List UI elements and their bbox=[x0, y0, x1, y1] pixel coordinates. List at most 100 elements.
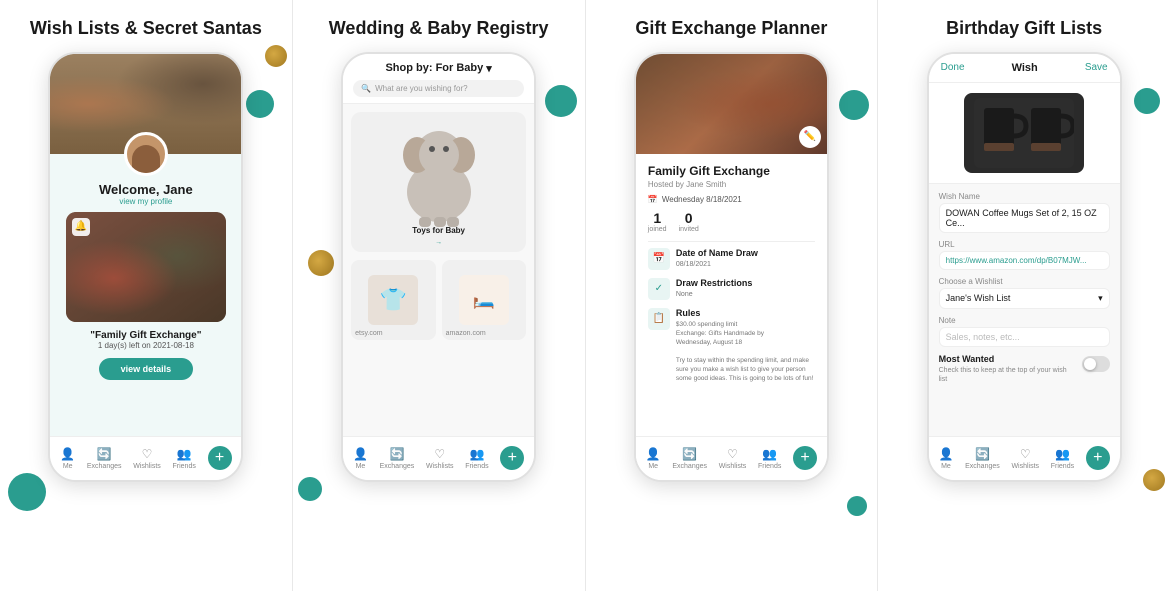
invited-count: 0 bbox=[685, 210, 693, 226]
view-details-button[interactable]: view details bbox=[99, 358, 194, 380]
phone1-nav: 👤 Me 🔄 Exchanges ♡ Wishlists 👥 Friends bbox=[50, 436, 241, 480]
section3-title: Gift Exchange Planner bbox=[635, 18, 827, 40]
search-icon-2: 🔍 bbox=[361, 84, 371, 93]
phone4-content: Done Wish Save bbox=[929, 54, 1120, 480]
section1-title: Wish Lists & Secret Santas bbox=[30, 18, 262, 40]
section-gift-exchange: Gift Exchange Planner ✏️ Family Gift Exc… bbox=[586, 0, 878, 591]
section-wedding-baby: Wedding & Baby Registry Shop by: For Bab… bbox=[293, 0, 585, 591]
detail-name-draw-content: Date of Name Draw 08/18/2021 bbox=[676, 248, 815, 270]
note-field: Note Sales, notes, etc... bbox=[939, 316, 1110, 347]
checkmark-icon: ✓ bbox=[648, 278, 670, 300]
nav-plus-1[interactable]: + bbox=[208, 446, 232, 470]
product-crib[interactable]: 🛏️ amazon.com bbox=[442, 260, 527, 340]
phone2-search-bar[interactable]: 🔍 What are you wishing for? bbox=[353, 80, 524, 97]
nav-friends-3[interactable]: 👥 Friends bbox=[758, 447, 781, 470]
nav-wishlists-4[interactable]: ♡ Wishlists bbox=[1011, 447, 1039, 470]
wish-title: Wish bbox=[1012, 62, 1038, 74]
wishlist-chevron-icon: ▾ bbox=[1098, 293, 1103, 304]
deco-gold-3 bbox=[1143, 469, 1165, 491]
nav-wishlists-1[interactable]: ♡ Wishlists bbox=[133, 447, 161, 470]
nav-wishlists-icon-1: ♡ bbox=[142, 447, 153, 461]
nav-friends-1[interactable]: 👥 Friends bbox=[173, 447, 196, 470]
url-value[interactable]: https://www.amazon.com/dp/B07MJW... bbox=[939, 251, 1110, 270]
note-label: Note bbox=[939, 316, 1110, 325]
nav-me-icon-1: 👤 bbox=[60, 447, 75, 461]
most-wanted-sub: Check this to keep at the top of your wi… bbox=[939, 366, 1074, 384]
phone1-gift-photo: 🔔 bbox=[66, 212, 226, 322]
nav-exchanges-icon-1: 🔄 bbox=[97, 447, 112, 461]
chevron-down-icon: ▾ bbox=[486, 62, 492, 75]
nav-plus-2[interactable]: + bbox=[500, 446, 524, 470]
nav-friends-icon-3: 👥 bbox=[762, 447, 777, 461]
save-button[interactable]: Save bbox=[1085, 62, 1108, 73]
mugs-product-image bbox=[964, 93, 1084, 173]
nav-exchanges-2[interactable]: 🔄 Exchanges bbox=[380, 447, 415, 470]
deco-circle-7 bbox=[1134, 88, 1160, 114]
note-input[interactable]: Sales, notes, etc... bbox=[939, 327, 1110, 347]
nav-friends-label-1: Friends bbox=[173, 463, 196, 470]
detail-rules-text: $30.00 spending limitExchange: Gifts Han… bbox=[676, 320, 815, 384]
joined-label: joined bbox=[648, 226, 667, 233]
nav-wishlists-label-2: Wishlists bbox=[426, 463, 454, 470]
onesie-source: etsy.com bbox=[355, 330, 383, 337]
joined-stat: 1 joined bbox=[648, 210, 667, 233]
deco-circle-5 bbox=[839, 90, 869, 120]
edit-icon[interactable]: ✏️ bbox=[799, 126, 821, 148]
section-birthday: Birthday Gift Lists Done Wish Save bbox=[878, 0, 1170, 591]
joined-count: 1 bbox=[653, 210, 661, 226]
wishlist-select[interactable]: Jane's Wish List ▾ bbox=[939, 288, 1110, 309]
wish-name-value[interactable]: DOWAN Coffee Mugs Set of 2, 15 OZ Ce... bbox=[939, 203, 1110, 233]
avatar-body bbox=[132, 145, 160, 173]
nav-wishlists-icon-4: ♡ bbox=[1020, 447, 1031, 461]
phone-1: Welcome, Jane view my profile 🔔 "Family … bbox=[48, 52, 243, 482]
phone2-header: Shop by: For Baby ▾ 🔍 What are you wishi… bbox=[343, 54, 534, 104]
phone2-shop-by[interactable]: Shop by: For Baby ▾ bbox=[385, 62, 491, 75]
nav-friends-icon-1: 👥 bbox=[177, 447, 192, 461]
section4-title: Birthday Gift Lists bbox=[946, 18, 1102, 40]
nav-wishlists-3[interactable]: ♡ Wishlists bbox=[719, 447, 747, 470]
nav-wishlists-2[interactable]: ♡ Wishlists bbox=[426, 447, 454, 470]
nav-me-label-3: Me bbox=[648, 463, 658, 470]
phone-4: Done Wish Save bbox=[927, 52, 1122, 482]
product-onesie[interactable]: 👕 etsy.com bbox=[351, 260, 436, 340]
nav-plus-4[interactable]: + bbox=[1086, 446, 1110, 470]
wishlist-label: Choose a Wishlist bbox=[939, 277, 1110, 286]
nav-friends-2[interactable]: 👥 Friends bbox=[465, 447, 488, 470]
phone1-avatar bbox=[124, 132, 168, 176]
product1-label: Toys for Baby bbox=[412, 226, 465, 235]
nav-me-2[interactable]: 👤 Me bbox=[353, 447, 368, 470]
nav-exchanges-1[interactable]: 🔄 Exchanges bbox=[87, 447, 122, 470]
phone3-content: ✏️ Family Gift Exchange Hosted by Jane S… bbox=[636, 54, 827, 480]
nav-exchanges-3[interactable]: 🔄 Exchanges bbox=[672, 447, 707, 470]
stats-row: 1 joined 0 invited bbox=[648, 210, 815, 233]
toggle-knob bbox=[1084, 358, 1096, 370]
nav-plus-3[interactable]: + bbox=[793, 446, 817, 470]
detail-rules-content: Rules $30.00 spending limitExchange: Gif… bbox=[676, 308, 815, 384]
date-row: 📅 Wednesday 8/18/2021 bbox=[648, 195, 815, 204]
nav-me-1[interactable]: 👤 Me bbox=[60, 447, 75, 470]
bell-icon: 🔔 bbox=[72, 218, 90, 236]
nav-me-4[interactable]: 👤 Me bbox=[938, 447, 953, 470]
nav-me-3[interactable]: 👤 Me bbox=[646, 447, 661, 470]
product-large-elephant[interactable]: Toys for Baby → bbox=[351, 112, 526, 252]
nav-friends-4[interactable]: 👥 Friends bbox=[1051, 447, 1074, 470]
phone1-profile-link[interactable]: view my profile bbox=[119, 197, 172, 206]
phone4-product-area bbox=[929, 83, 1120, 184]
phone1-content: Welcome, Jane view my profile 🔔 "Family … bbox=[50, 54, 241, 480]
nav-exchanges-4[interactable]: 🔄 Exchanges bbox=[965, 447, 1000, 470]
nav-me-icon-2: 👤 bbox=[353, 447, 368, 461]
crib-source: amazon.com bbox=[446, 330, 486, 337]
rules-icon: 📋 bbox=[648, 308, 670, 330]
phone2-small-products: 👕 etsy.com 🛏️ amazon.com bbox=[351, 260, 526, 340]
phone-3: ✏️ Family Gift Exchange Hosted by Jane S… bbox=[634, 52, 829, 482]
done-button[interactable]: Done bbox=[941, 62, 965, 73]
nav-exchanges-label-2: Exchanges bbox=[380, 463, 415, 470]
most-wanted-toggle[interactable] bbox=[1082, 356, 1110, 372]
deco-circle-3 bbox=[545, 85, 577, 117]
nav-wishlists-label-4: Wishlists bbox=[1011, 463, 1039, 470]
wish-name-label: Wish Name bbox=[939, 192, 1110, 201]
crib-image: 🛏️ bbox=[459, 275, 509, 325]
phone3-nav: 👤 Me 🔄 Exchanges ♡ Wishlists 👥 Friends bbox=[636, 436, 827, 480]
nav-friends-label-3: Friends bbox=[758, 463, 781, 470]
detail-restrictions-title: Draw Restrictions bbox=[676, 278, 815, 288]
